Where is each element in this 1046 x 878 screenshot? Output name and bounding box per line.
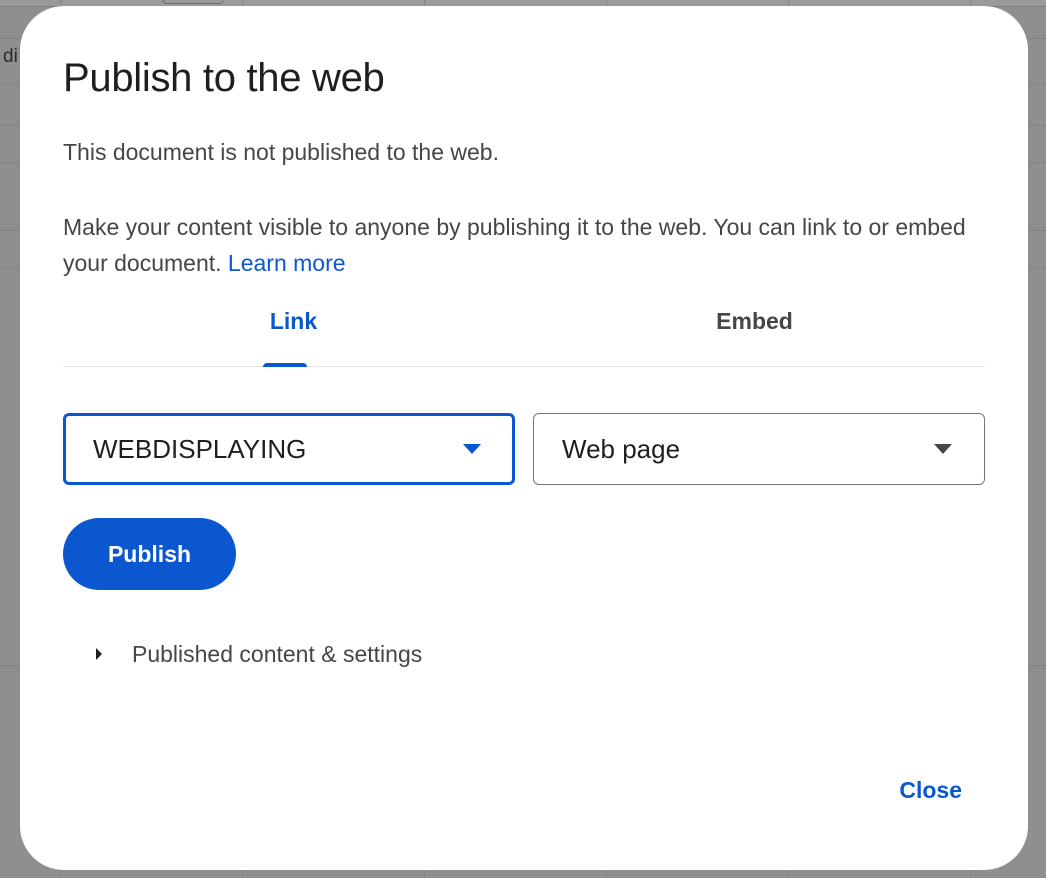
publish-button[interactable]: Publish [63,518,236,590]
publish-dialog: Publish to the web This document is not … [20,6,1028,870]
learn-more-link[interactable]: Learn more [228,250,346,276]
tab-link-label: Link [269,308,318,334]
format-select[interactable]: Web page [533,413,985,485]
tab-embed[interactable]: Embed [524,300,985,366]
dropdown-arrow-icon [463,444,481,454]
tab-embed-label: Embed [716,308,793,334]
description-text: Make your content visible to anyone by p… [63,214,966,276]
tab-bar: Link Embed [63,300,985,367]
dropdown-arrow-icon [934,444,952,454]
tab-active-indicator [263,363,307,367]
expand-arrow-icon [96,648,102,660]
background-toolbar-chip [163,0,223,4]
publish-status: This document is not published to the we… [63,139,499,165]
dialog-title: Publish to the web [63,56,385,100]
background-cell-text: di [3,46,18,67]
document-select-value: WEBDISPLAYING [93,433,307,464]
dialog-description: Make your content visible to anyone by p… [63,209,993,281]
document-select[interactable]: WEBDISPLAYING [63,413,515,485]
published-settings-label: Published content & settings [132,640,423,667]
close-button[interactable]: Close [881,773,980,808]
tab-link[interactable]: Link [63,300,524,366]
format-select-value: Web page [562,433,681,464]
published-settings-expander[interactable]: Published content & settings [96,634,422,674]
